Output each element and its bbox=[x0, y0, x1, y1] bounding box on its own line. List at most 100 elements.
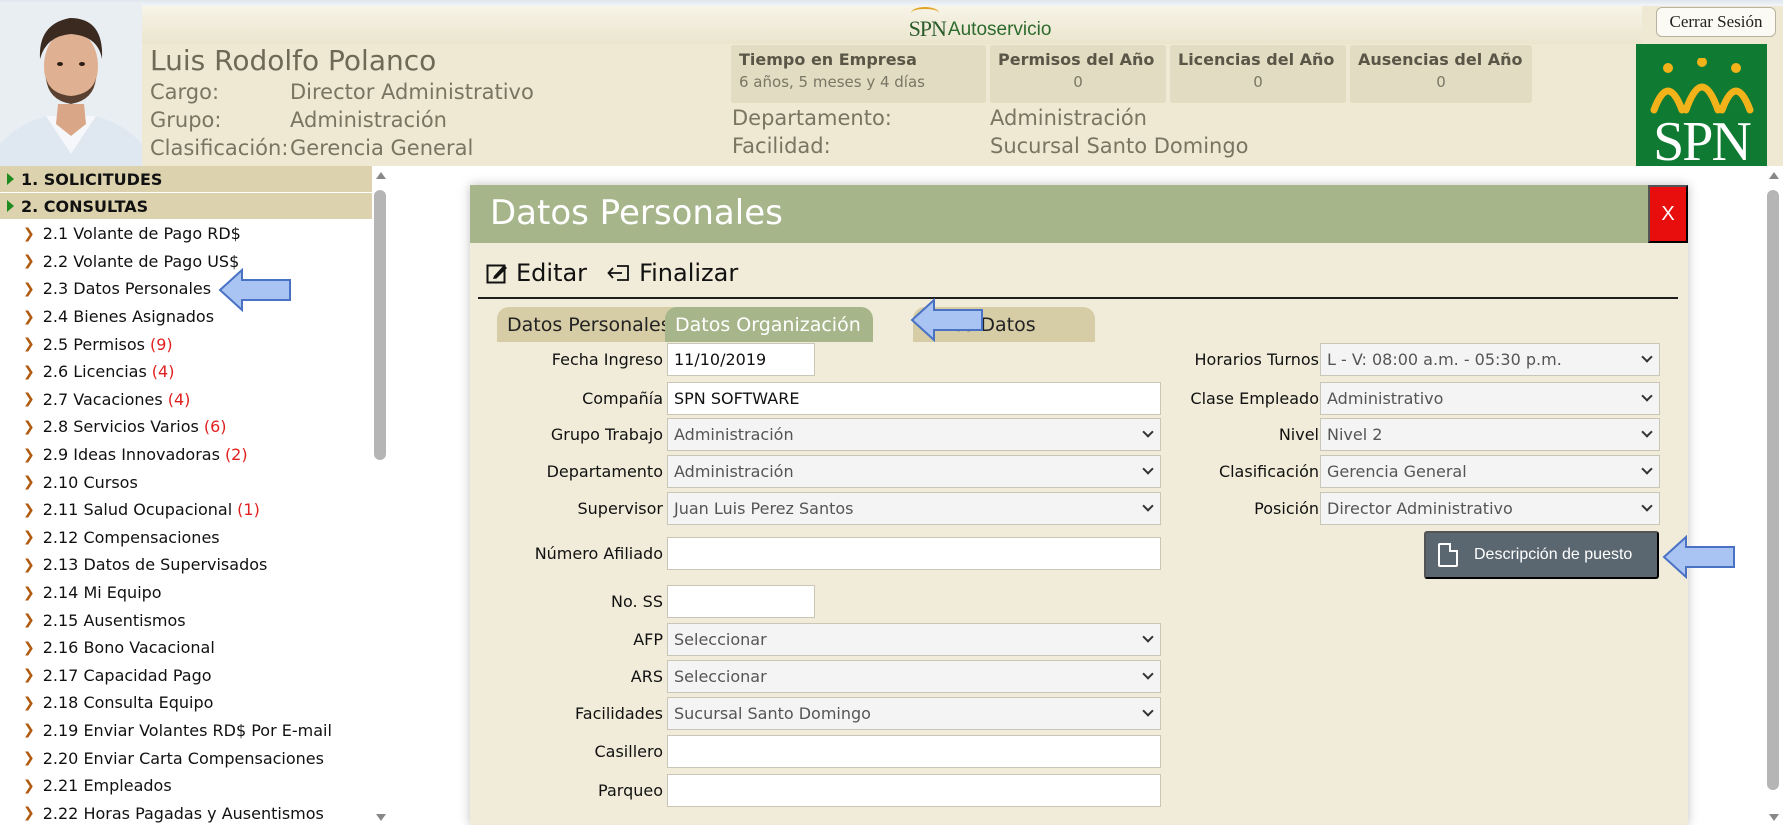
select-field[interactable]: Administrativo bbox=[1320, 382, 1660, 415]
select-field[interactable]: Seleccionar bbox=[667, 623, 1161, 656]
sidebar-item[interactable]: ❯ 2.11 Salud Ocupacional (1) bbox=[0, 496, 372, 524]
input-field[interactable] bbox=[667, 735, 1161, 768]
scroll-thumb[interactable] bbox=[1767, 190, 1779, 790]
sidebar-item-label: 2.19 Enviar Volantes RD$ Por E-mail bbox=[42, 720, 332, 740]
chevron-right-icon: ❯ bbox=[23, 501, 35, 518]
sidebar-scrollbar[interactable] bbox=[374, 168, 388, 825]
finish-button[interactable]: Finalizar bbox=[607, 259, 738, 287]
page-scrollbar[interactable] bbox=[1767, 168, 1781, 825]
sidebar-item[interactable]: ❯ 2.2 Volante de Pago US$ bbox=[0, 248, 372, 276]
sidebar-item[interactable]: ❯ 2.20 Enviar Carta Compensaciones bbox=[0, 744, 372, 772]
field-value: Nivel 2 bbox=[1327, 425, 1383, 444]
logout-button[interactable]: Cerrar Sesión bbox=[1656, 7, 1776, 37]
sidebar-item[interactable]: ❯ 2.22 Horas Pagadas y Ausentismos bbox=[0, 799, 372, 825]
sidebar-item-label: 2.12 Compensaciones bbox=[42, 527, 220, 547]
sidebar-item[interactable]: ❯ 2.8 Servicios Varios (6) bbox=[0, 413, 372, 441]
dialog-titlebar: Datos Personales bbox=[470, 185, 1688, 243]
datos-personales-dialog: Datos Personales X Editar Finalizar Dato… bbox=[470, 185, 1688, 825]
sidebar-section-solicitudes[interactable]: 1. SOLICITUDES bbox=[0, 166, 372, 193]
chevron-right-icon: ❯ bbox=[23, 805, 35, 822]
select-field[interactable]: L - V: 08:00 a.m. - 05:30 p.m. bbox=[1320, 343, 1660, 376]
scroll-up-icon[interactable] bbox=[376, 172, 386, 179]
sidebar-item[interactable]: ❯ 2.21 Empleados bbox=[0, 772, 372, 800]
field-value: Director Administrativo bbox=[1327, 499, 1513, 518]
brand-spn-text: SPN bbox=[908, 7, 947, 41]
close-button[interactable]: X bbox=[1648, 185, 1688, 243]
select-field[interactable]: Administración bbox=[667, 418, 1161, 451]
chevron-down-icon bbox=[1142, 426, 1154, 438]
stat-value: 0 bbox=[1436, 73, 1446, 91]
scroll-down-icon[interactable] bbox=[1769, 814, 1779, 821]
sidebar-items: ❯ 2.1 Volante de Pago RD$ ❯ 2.2 Volante de … bbox=[0, 220, 372, 825]
edit-button[interactable]: Editar bbox=[486, 259, 587, 287]
scroll-thumb[interactable] bbox=[374, 190, 386, 460]
input-field[interactable] bbox=[667, 537, 1161, 570]
stat-permisos: Permisos del Año 0 bbox=[990, 45, 1166, 103]
sidebar-section-consultas[interactable]: 2. CONSULTAS bbox=[0, 193, 372, 220]
chevron-right-icon: ❯ bbox=[23, 418, 35, 435]
field-value: Administrativo bbox=[1327, 389, 1444, 408]
sidebar-item[interactable]: ❯ 2.15 Ausentismos bbox=[0, 606, 372, 634]
field-label: AFP bbox=[633, 630, 663, 649]
tab-datos-organizacion[interactable]: Datos Organización bbox=[665, 307, 873, 342]
field-label: Supervisor bbox=[577, 499, 664, 518]
select-field[interactable]: Director Administrativo bbox=[1320, 492, 1660, 525]
sidebar-item[interactable]: ❯ 2.4 Bienes Asignados bbox=[0, 303, 372, 331]
stat-licencias: Licencias del Año 0 bbox=[1170, 45, 1346, 103]
sidebar-item-count: (2) bbox=[224, 445, 248, 465]
field-label: Horarios Turnos bbox=[1194, 350, 1319, 369]
select-field[interactable]: Juan Luis Perez Santos bbox=[667, 492, 1161, 525]
sidebar-item[interactable]: ❯ 2.18 Consulta Equipo bbox=[0, 689, 372, 717]
field-value: Seleccionar bbox=[674, 630, 767, 649]
sidebar-item[interactable]: ❯ 2.5 Permisos (9) bbox=[0, 330, 372, 358]
input-field[interactable]: SPN SOFTWARE bbox=[667, 382, 1161, 415]
expand-triangle-icon bbox=[7, 173, 14, 185]
toolbar-divider bbox=[478, 297, 1678, 299]
job-description-button[interactable]: Descripción de puesto bbox=[1424, 531, 1659, 579]
input-field[interactable] bbox=[667, 585, 815, 618]
input-field[interactable]: 11/10/2019 bbox=[667, 343, 815, 376]
sidebar-item[interactable]: ❯ 2.13 Datos de Supervisados bbox=[0, 551, 372, 579]
logo-text: SPN bbox=[1653, 111, 1752, 166]
sidebar-item[interactable]: ❯ 2.1 Volante de Pago RD$ bbox=[0, 220, 372, 248]
sidebar-item[interactable]: ❯ 2.17 Capacidad Pago bbox=[0, 662, 372, 690]
scroll-down-icon[interactable] bbox=[376, 814, 386, 821]
sidebar-item[interactable]: ❯ 2.10 Cursos bbox=[0, 468, 372, 496]
select-field[interactable]: Nivel 2 bbox=[1320, 418, 1660, 451]
stat-title: Licencias del Año bbox=[1178, 50, 1335, 69]
sidebar-item-count: (9) bbox=[149, 334, 173, 354]
employee-photo bbox=[0, 4, 142, 166]
sidebar-item-label: 2.7 Vacaciones bbox=[42, 389, 163, 409]
sidebar-item[interactable]: ❯ 2.19 Enviar Volantes RD$ Por E-mail bbox=[0, 717, 372, 745]
select-field[interactable]: Administración bbox=[667, 455, 1161, 488]
select-field[interactable]: Seleccionar bbox=[667, 660, 1161, 693]
field-label: Clasificación bbox=[1218, 462, 1319, 481]
sidebar-item-count: (4) bbox=[167, 389, 191, 409]
sidebar-item[interactable]: ❯ 2.9 Ideas Innovadoras (2) bbox=[0, 441, 372, 469]
select-field[interactable]: Sucursal Santo Domingo bbox=[667, 697, 1161, 730]
sidebar-item[interactable]: ❯ 2.14 Mi Equipo bbox=[0, 579, 372, 607]
stat-title: Ausencias del Año bbox=[1358, 50, 1523, 69]
clasificacion-label: Clasificación: bbox=[150, 136, 289, 160]
sidebar-item[interactable]: ❯ 2.12 Compensaciones bbox=[0, 524, 372, 552]
sidebar-item-label: 2.15 Ausentismos bbox=[42, 610, 186, 630]
field-value: Gerencia General bbox=[1327, 462, 1467, 481]
input-field[interactable] bbox=[667, 774, 1161, 807]
sidebar-item-label: 2.21 Empleados bbox=[42, 776, 172, 796]
brand-autoservicio: SPN Autoservicio bbox=[890, 7, 1070, 42]
sidebar-item[interactable]: ❯ 2.6 Licencias (4) bbox=[0, 358, 372, 386]
chevron-right-icon: ❯ bbox=[23, 556, 35, 573]
dialog-toolbar: Editar Finalizar bbox=[486, 259, 738, 287]
select-field[interactable]: Gerencia General bbox=[1320, 455, 1660, 488]
cargo-value: Director Administrativo bbox=[290, 80, 534, 104]
scroll-up-icon[interactable] bbox=[1769, 172, 1779, 179]
sidebar-item-count: (4) bbox=[151, 362, 175, 382]
field-value: 11/10/2019 bbox=[674, 350, 767, 369]
sidebar-item-label: 2.1 Volante de Pago RD$ bbox=[42, 224, 241, 244]
sidebar-item-label: 2.3 Datos Personales bbox=[42, 279, 212, 299]
sidebar-item[interactable]: ❯ 2.7 Vacaciones (4) bbox=[0, 386, 372, 414]
sidebar-item[interactable]: ❯ 2.16 Bono Vacacional bbox=[0, 634, 372, 662]
chevron-right-icon: ❯ bbox=[23, 722, 35, 739]
sidebar-item[interactable]: ❯ 2.3 Datos Personales bbox=[0, 275, 372, 303]
tab-datos-personales[interactable]: Datos Personales bbox=[497, 307, 690, 342]
